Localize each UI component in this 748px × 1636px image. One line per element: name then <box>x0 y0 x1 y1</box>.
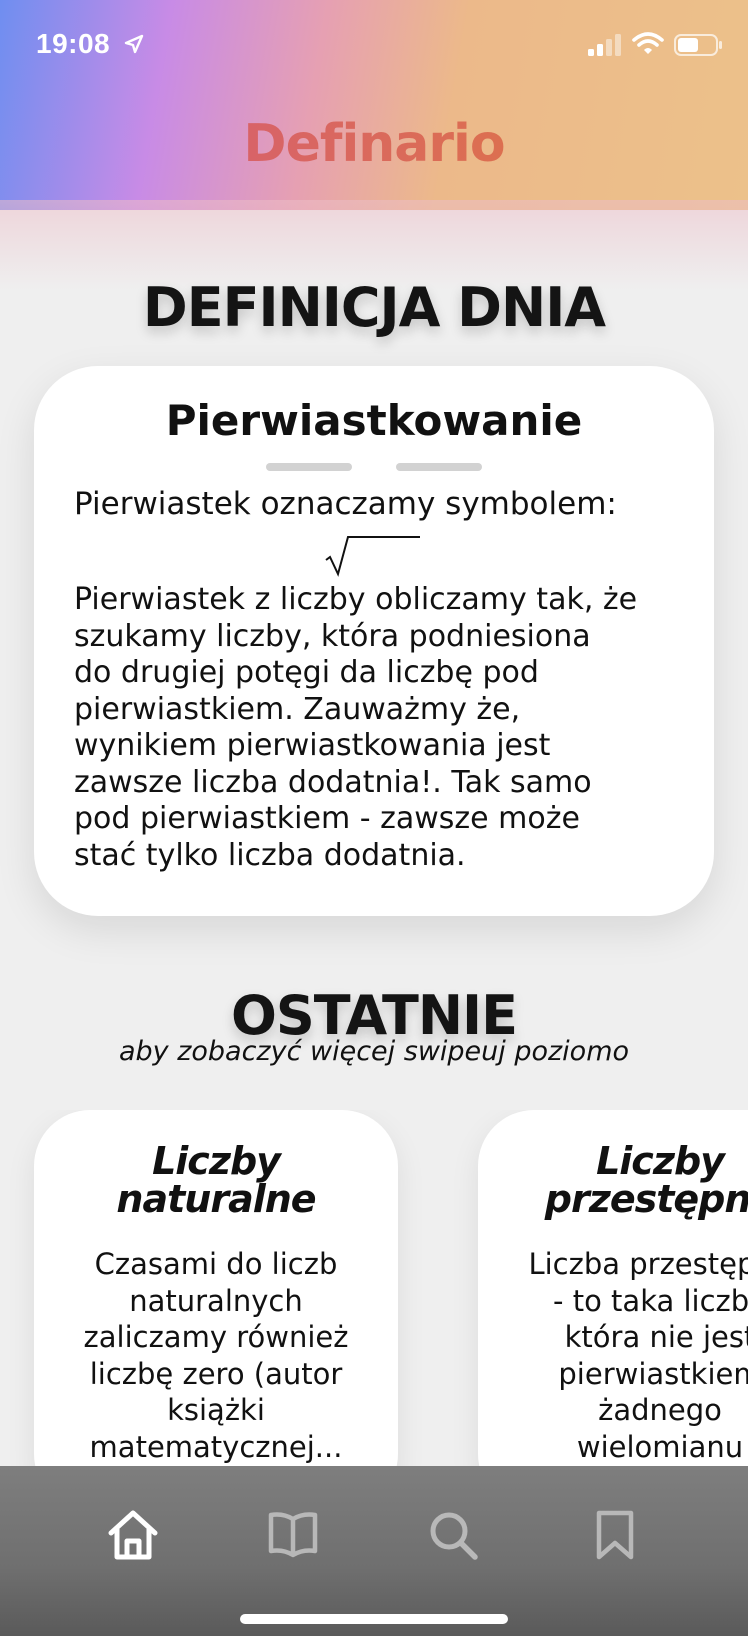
definition-term: Pierwiastkowanie <box>165 396 583 445</box>
recent-card-text-line: - to taka liczba <box>553 1283 748 1318</box>
recent-card-title-line: przestępne <box>544 1177 748 1221</box>
recent-card-text-line: książki <box>167 1393 265 1427</box>
recent-card-text-line: wielomianu <box>576 1429 744 1464</box>
location-arrow-icon <box>124 34 144 54</box>
recent-card-text-line: Czasami do liczb <box>94 1247 338 1281</box>
recent-card-liczby-przestepne[interactable]: Liczby przestępne Liczba przestępna - to… <box>478 1110 748 1466</box>
status-time: 19:08 <box>36 28 111 59</box>
definition-body: Pierwiastek z liczby obliczamy tak, że s… <box>74 582 698 874</box>
bookmark-icon <box>596 1510 634 1560</box>
app-title: Definario <box>0 114 748 174</box>
recent-card-title-line: Liczby <box>152 1139 281 1183</box>
definition-line: pierwiastkiem. Zauważmy że, <box>74 691 521 727</box>
divider-right <box>396 463 482 471</box>
recent-card-title: Liczby przestępne <box>488 1142 748 1218</box>
recent-card-text-line: naturalnych <box>129 1283 303 1318</box>
recent-card-title: Liczby naturalne <box>44 1142 388 1218</box>
battery-icon <box>674 34 722 56</box>
definition-line: szukamy liczby, która podniesiona <box>74 618 591 654</box>
recent-card-title-line: naturalne <box>116 1177 316 1221</box>
search-icon <box>430 1512 478 1560</box>
recent-card-text-line: która nie jest <box>564 1320 748 1354</box>
wifi-icon <box>632 32 664 54</box>
recent-card-text-line: matematycznej... <box>89 1429 343 1464</box>
square-root-symbol <box>325 536 420 577</box>
definition-of-day-heading: DEFINICJA DNIA <box>142 276 606 339</box>
tab-home[interactable] <box>98 1500 168 1570</box>
definition-line: stać tylko liczba dodatnia. <box>74 837 466 873</box>
tab-dictionary[interactable] <box>258 1500 328 1570</box>
recent-card-text-line: pierwiastkiem <box>558 1356 748 1391</box>
definition-line: zawsze liczba dodatnia!. Tak samo <box>74 764 592 800</box>
tab-search[interactable] <box>418 1500 488 1570</box>
recent-card-title-line: Liczby <box>596 1139 725 1183</box>
recent-card-text-line: Liczba przestępna <box>528 1247 748 1281</box>
book-icon <box>268 1512 318 1558</box>
home-icon <box>108 1510 158 1560</box>
recent-card-text: Liczba przestępna - to taka liczba która… <box>490 1246 748 1465</box>
definition-line: do drugiej potęgi da liczbę pod <box>74 655 539 690</box>
recent-card-text-line: liczbę zero (autor <box>89 1356 343 1391</box>
cellular-signal-icon <box>588 34 621 56</box>
definition-line: wynikiem pierwiastkowania jest <box>74 728 551 763</box>
divider-left <box>266 463 352 471</box>
recent-card-text: Czasami do liczb naturalnych zaliczamy r… <box>46 1246 386 1465</box>
definition-line: Pierwiastek z liczby obliczamy tak, że <box>74 582 638 617</box>
tab-bookmarks[interactable] <box>580 1500 650 1570</box>
status-bar: 19:08 <box>0 0 748 90</box>
recent-card-liczby-naturalne[interactable]: Liczby naturalne Czasami do liczb natura… <box>34 1110 398 1466</box>
recent-carousel[interactable]: Liczby naturalne Czasami do liczb natura… <box>0 1110 748 1466</box>
home-indicator[interactable] <box>240 1614 508 1624</box>
definition-line: pod pierwiastkiem - zawsze może <box>74 801 580 836</box>
definition-of-day-card[interactable]: Pierwiastkowanie Pierwiastek oznaczamy s… <box>34 366 714 916</box>
swipe-hint: aby zobaczyć więcej swipeuj poziomo <box>118 1036 630 1067</box>
recent-card-text-line: żadnego <box>598 1393 722 1427</box>
tab-bar <box>0 1466 748 1636</box>
definition-intro: Pierwiastek oznaczamy symbolem: <box>74 486 617 522</box>
recent-card-text-line: zaliczamy również <box>83 1320 349 1354</box>
